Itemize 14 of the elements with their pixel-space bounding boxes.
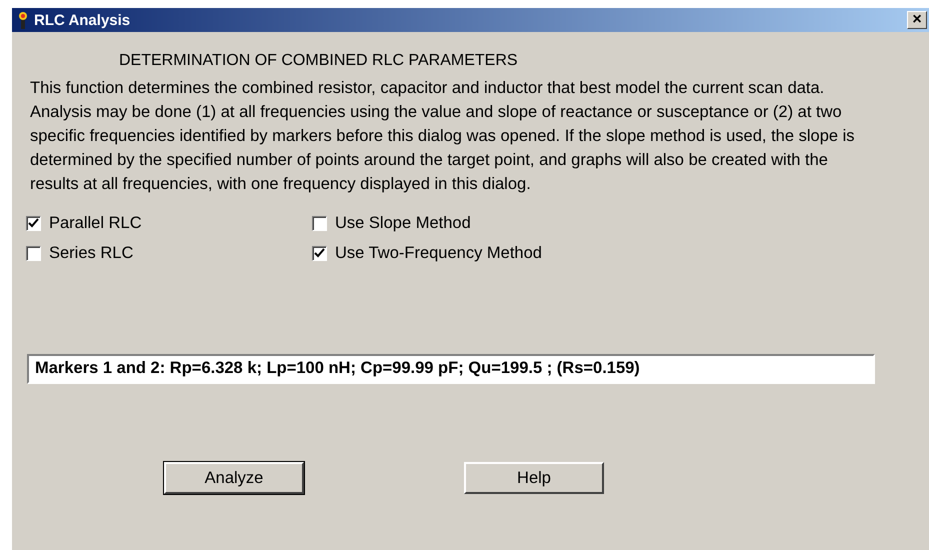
dialog-button[interactable]: Analyze xyxy=(164,462,304,494)
description-text: This function determines the combined resistor, capacitor and inductor that best model the current scan data. Analysis may be done (1) at all frequencies using the value and slope of reactance or susceptance or (2) at two specific frequencies identified by markers before this dialog was opened. If the slope method is used, the slope is determined by the specified number of points around the target point, and graphs will also be created with the results at all frequencies, with one frequency displayed in this dialog. xyxy=(30,78,856,195)
option-checkbox[interactable]: Use Slope Method xyxy=(312,212,598,234)
dialog-button[interactable]: Help xyxy=(464,462,604,494)
window-title: RLC Analysis xyxy=(34,12,132,28)
option-checkbox[interactable]: Series RLC xyxy=(26,242,312,264)
option-checkbox[interactable]: Parallel RLC xyxy=(26,212,312,234)
option-checkbox[interactable]: Use Two-Frequency Method xyxy=(312,242,598,264)
dialog-heading: DETERMINATION OF COMBINED RLC PARAMETERS xyxy=(119,52,519,70)
torch-icon xyxy=(18,11,28,29)
check-icon xyxy=(314,248,325,258)
close-button[interactable]: × xyxy=(907,11,927,29)
check-icon xyxy=(28,218,39,228)
result-field[interactable]: Markers 1 and 2: Rp=6.328 k; Lp=100 nH; Cp=99.99 pF; Qu=199.5 ; (Rs=0.159) xyxy=(27,354,875,384)
